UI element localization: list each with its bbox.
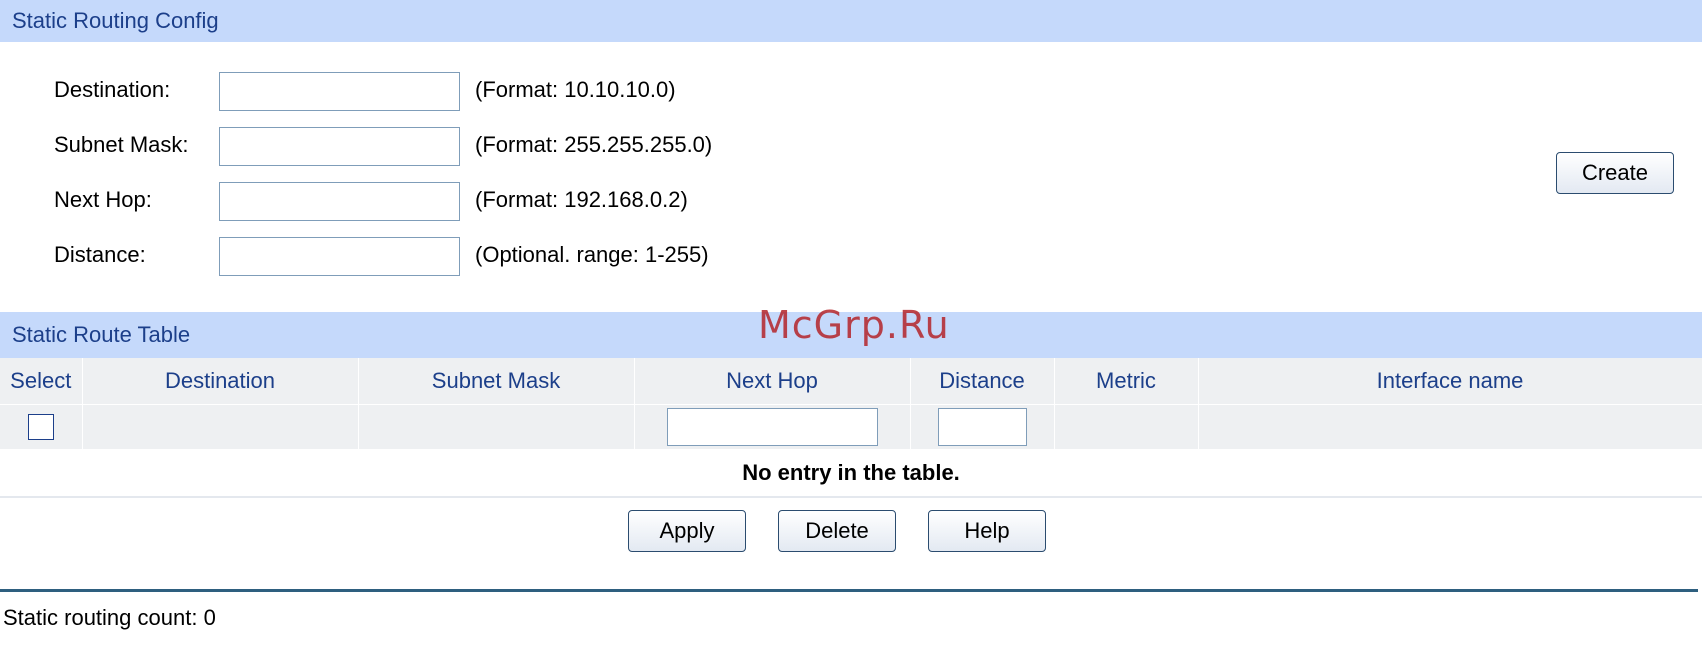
watermark-text: McGrp.Ru [758, 303, 950, 347]
static-routing-count-value: 0 [203, 605, 216, 630]
no-entry-message: No entry in the table. [0, 449, 1702, 498]
destination-label: Destination: [54, 77, 171, 102]
help-button[interactable]: Help [928, 510, 1046, 552]
column-header-subnet-mask: Subnet Mask [358, 358, 635, 405]
filter-subnet-mask-cell [358, 404, 635, 450]
static-routing-config-header: Static Routing Config [0, 0, 1702, 42]
static-routing-config-title: Static Routing Config [12, 8, 219, 33]
column-header-destination: Destination [82, 358, 359, 405]
column-header-select: Select [0, 358, 83, 405]
create-button[interactable]: Create [1556, 152, 1674, 194]
filter-distance-cell [910, 404, 1055, 450]
distance-label: Distance: [54, 242, 146, 267]
filter-metric-cell [1054, 404, 1199, 450]
next-hop-format-hint: (Format: 192.168.0.2) [475, 187, 688, 212]
subnet-mask-label: Subnet Mask: [54, 132, 189, 157]
distance-input[interactable] [219, 237, 460, 276]
table-empty-row: No entry in the table. [0, 449, 1702, 498]
subnet-mask-input[interactable] [219, 127, 460, 166]
subnet-mask-format-hint: (Format: 255.255.255.0) [475, 132, 713, 157]
static-routing-count: Static routing count: 0 [3, 605, 216, 631]
destination-input[interactable] [219, 72, 460, 111]
apply-button[interactable]: Apply [628, 510, 746, 552]
distance-range-hint: (Optional. range: 1-255) [475, 242, 709, 267]
table-filter-row [0, 404, 1702, 450]
column-header-interface-name: Interface name [1198, 358, 1702, 405]
select-all-checkbox[interactable] [27, 414, 54, 441]
destination-format-hint: (Format: 10.10.10.0) [475, 77, 676, 102]
select-all-cell [0, 404, 83, 450]
static-route-table-title: Static Route Table [12, 322, 191, 347]
next-hop-input[interactable] [219, 182, 460, 221]
static-route-table: Select Destination Subnet Mask Next Hop … [0, 358, 1702, 498]
column-header-metric: Metric [1054, 358, 1199, 405]
filter-interface-name-cell [1198, 404, 1702, 450]
next-hop-label: Next Hop: [54, 187, 152, 212]
footer-divider [0, 589, 1698, 592]
filter-next-hop-input[interactable] [666, 407, 878, 446]
table-header-row: Select Destination Subnet Mask Next Hop … [0, 358, 1702, 405]
static-routing-count-label: Static routing count: [3, 605, 198, 630]
column-header-distance: Distance [910, 358, 1055, 405]
delete-button[interactable]: Delete [778, 510, 896, 552]
column-header-next-hop: Next Hop [634, 358, 911, 405]
filter-destination-cell [82, 404, 359, 450]
filter-distance-input[interactable] [937, 407, 1027, 446]
filter-next-hop-cell [634, 404, 911, 450]
